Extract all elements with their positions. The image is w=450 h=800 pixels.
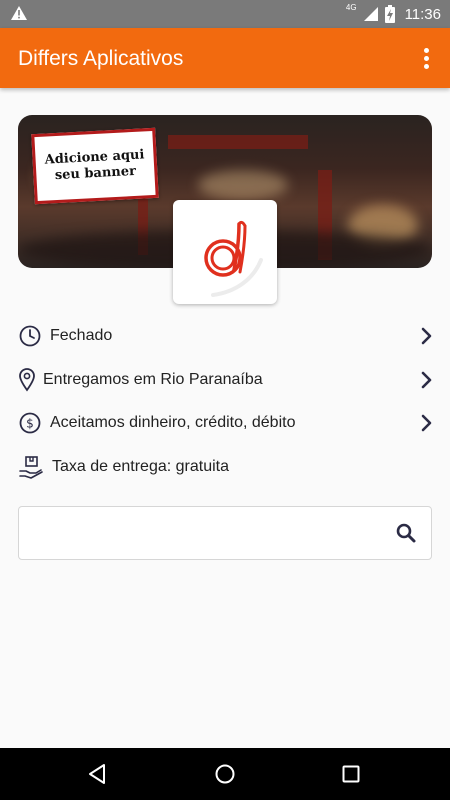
clock-time: 11:36 xyxy=(404,5,441,23)
status-bar: 4G 11:36 xyxy=(0,0,450,28)
opening-status-label: Fechado xyxy=(50,327,113,344)
more-vert-icon[interactable] xyxy=(416,46,436,70)
back-icon[interactable] xyxy=(86,762,110,786)
chevron-right-icon[interactable] xyxy=(418,370,434,390)
delivery-box-icon xyxy=(18,455,44,479)
chevron-right-icon[interactable] xyxy=(418,326,434,346)
search-box xyxy=(18,506,432,560)
search-input[interactable] xyxy=(29,517,373,549)
warning-icon xyxy=(11,6,27,20)
banner-sign xyxy=(168,135,308,149)
svg-text:$: $ xyxy=(26,417,34,431)
system-nav-bar xyxy=(0,748,450,800)
search-icon[interactable] xyxy=(395,522,417,544)
location-pin-icon xyxy=(18,368,36,392)
store-logo xyxy=(173,200,277,304)
app-title: Differs Aplicativos xyxy=(18,47,184,70)
chevron-right-icon[interactable] xyxy=(418,413,434,433)
delivery-fee-label: Taxa de entrega: gratuita xyxy=(52,458,230,475)
battery-charging-icon xyxy=(384,5,395,23)
delivery-fee-row: Taxa de entrega: gratuita xyxy=(18,452,434,482)
app-bar: Differs Aplicativos xyxy=(0,28,450,88)
signal-icon xyxy=(363,7,378,21)
differs-logo-icon xyxy=(204,220,263,297)
home-icon[interactable] xyxy=(213,762,237,786)
dollar-icon: $ xyxy=(18,411,42,435)
add-banner-sticker[interactable]: Adicione aqui seu banner xyxy=(31,127,159,205)
clock-icon xyxy=(18,324,42,348)
opening-status-row[interactable]: Fechado xyxy=(18,321,434,351)
network-type-label: 4G xyxy=(345,3,357,12)
recents-icon[interactable] xyxy=(339,762,363,786)
payment-methods-label: Aceitamos dinheiro, crédito, débito xyxy=(50,414,296,431)
delivery-area-row[interactable]: Entregamos em Rio Paranaíba xyxy=(18,365,434,395)
payment-methods-row[interactable]: $ Aceitamos dinheiro, crédito, débito xyxy=(18,408,434,438)
banner-light xyxy=(198,170,288,200)
delivery-area-label: Entregamos em Rio Paranaíba xyxy=(43,371,263,388)
